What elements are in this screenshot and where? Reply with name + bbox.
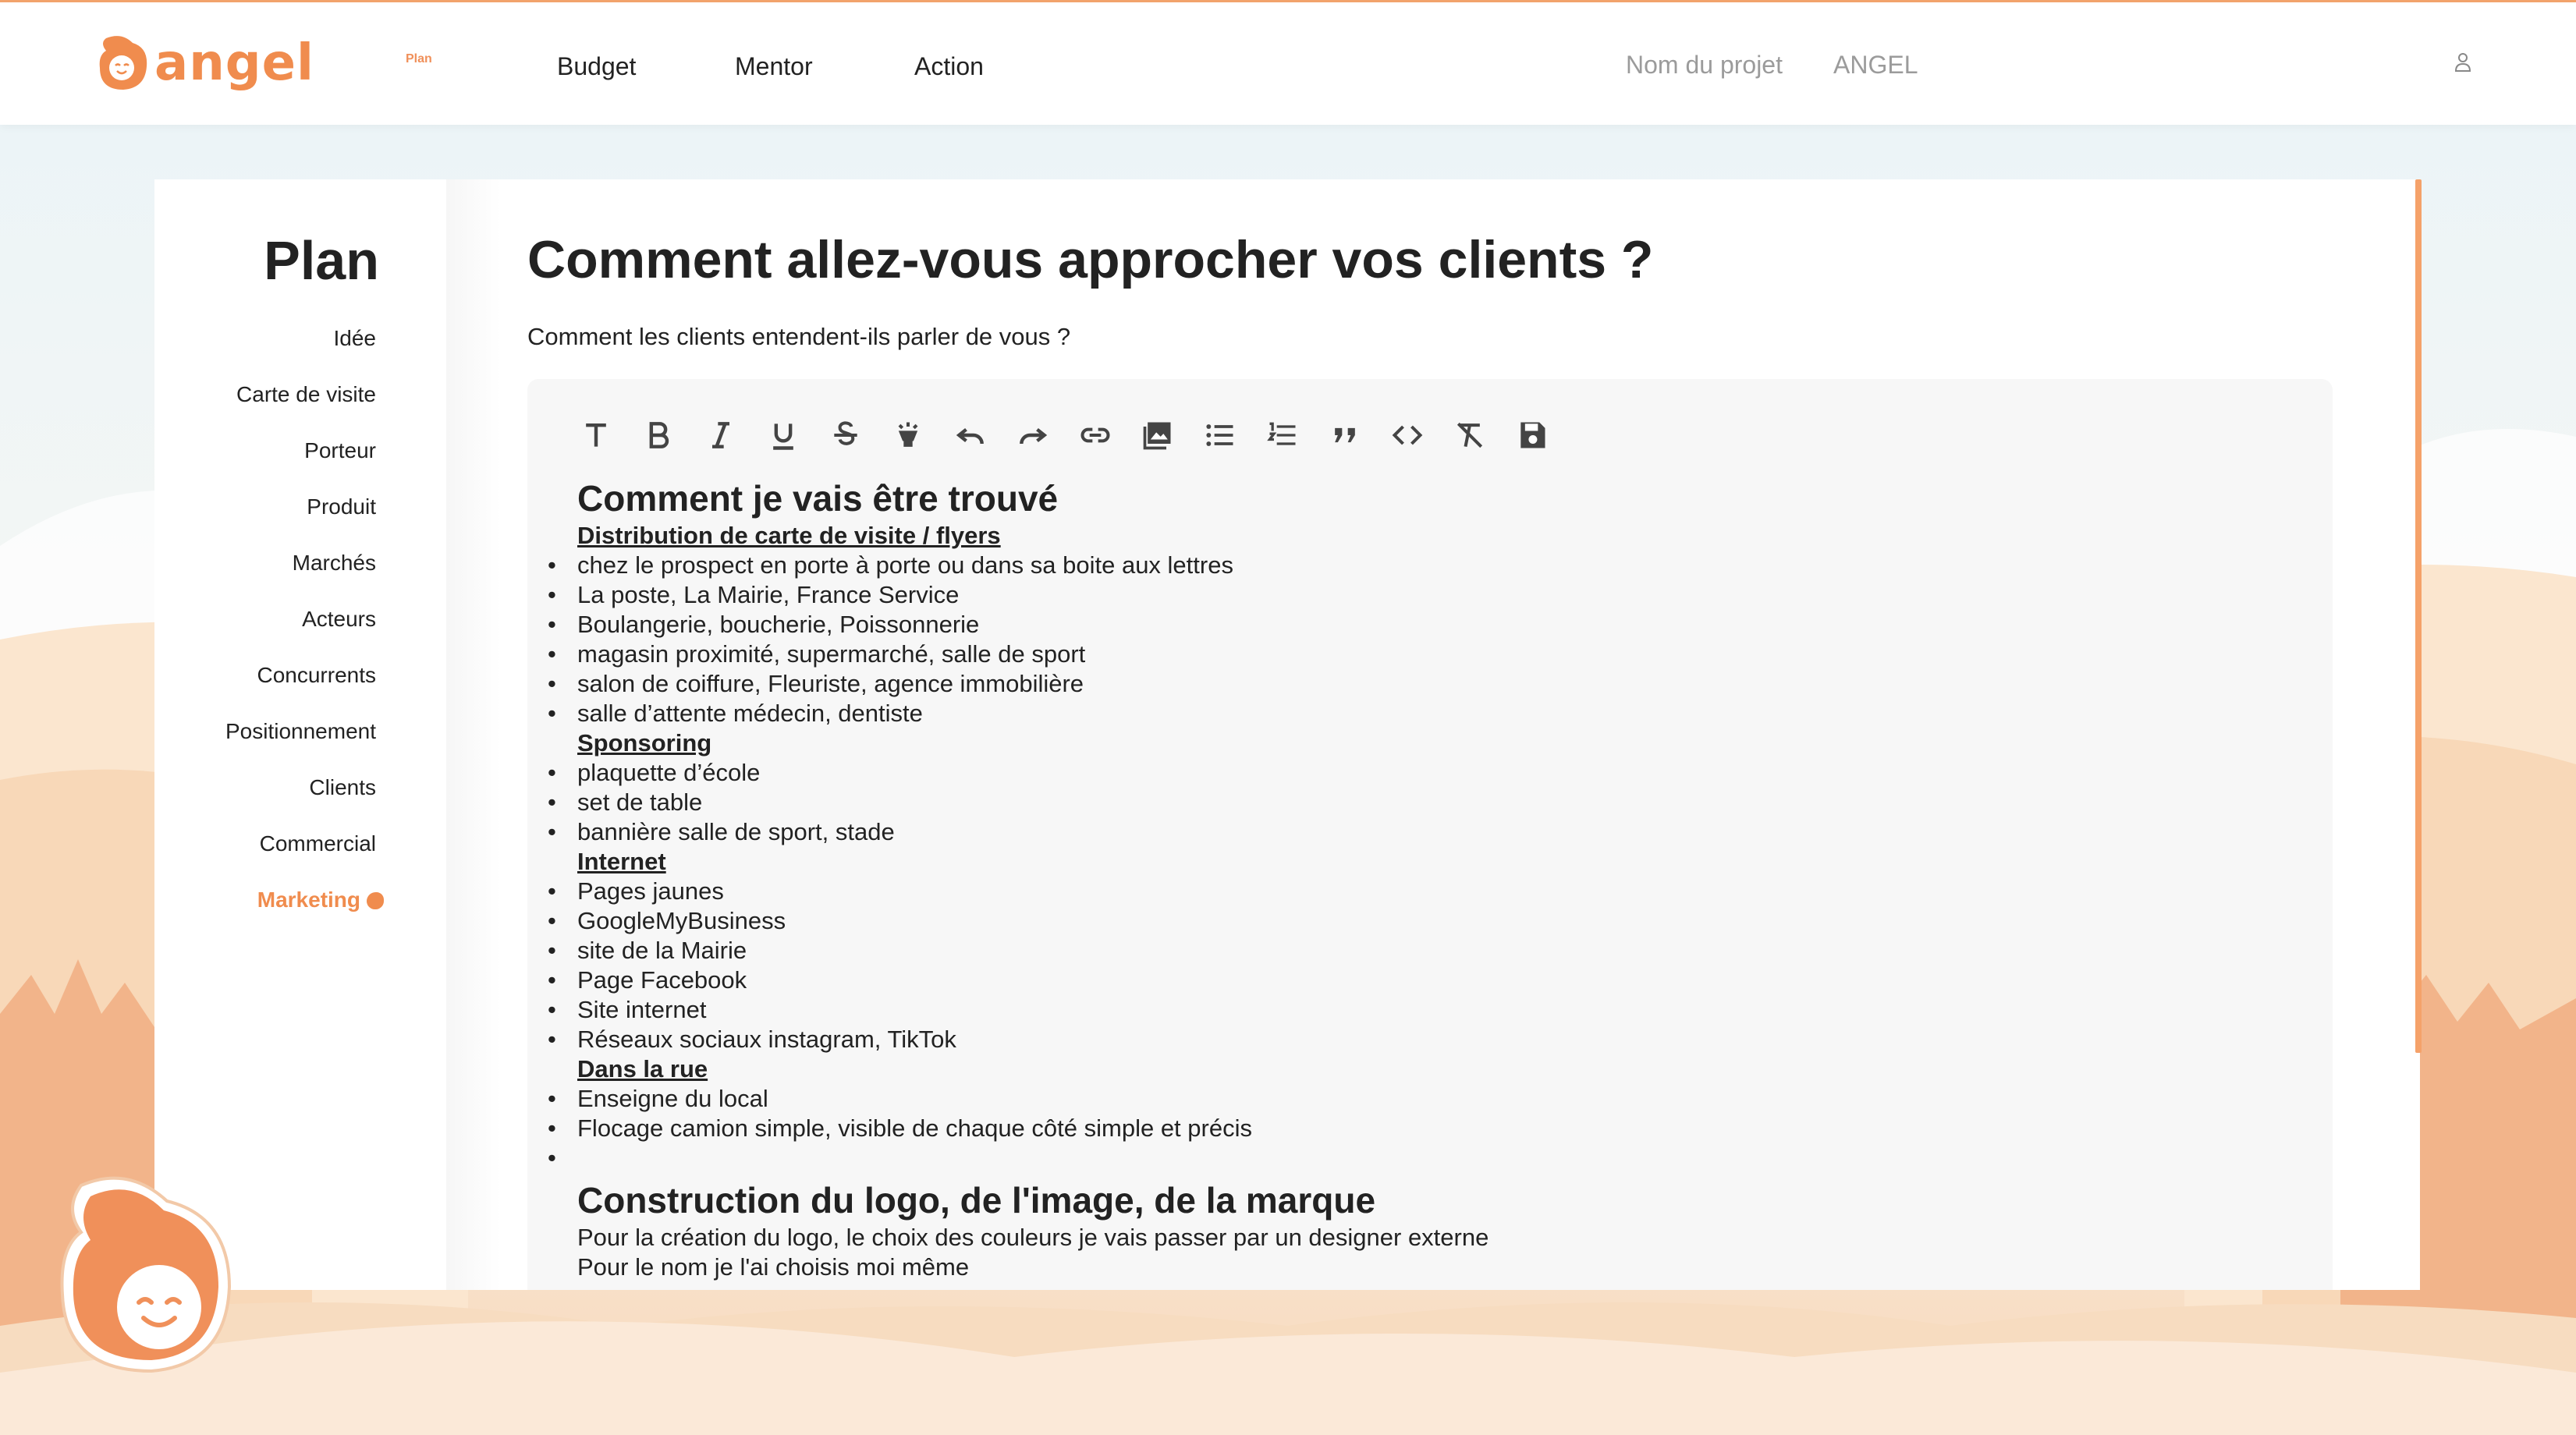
main-content: Comment allez-vous approcher vos clients…: [446, 179, 2420, 1290]
angel-mascot-icon[interactable]: [50, 1170, 253, 1388]
brand-name: angel: [154, 34, 314, 92]
content-subheading: Distribution de carte de visite / flyers: [577, 522, 1001, 549]
page-scrollbar[interactable]: [2415, 179, 2422, 1290]
list-item: GoogleMyBusiness: [548, 906, 2294, 936]
link-icon[interactable]: [1064, 413, 1127, 457]
quote-icon[interactable]: [1314, 413, 1376, 457]
strikethrough-icon[interactable]: [814, 413, 877, 457]
bullet-list: Enseigne du local Flocage camion simple,…: [548, 1084, 2294, 1173]
nav-plan[interactable]: Plan: [406, 52, 432, 66]
content-heading: Comment je vais être trouvé: [577, 478, 1059, 519]
angel-logo[interactable]: angel: [95, 27, 314, 99]
underline-icon[interactable]: [752, 413, 814, 457]
sidebar-title: Plan: [264, 230, 379, 291]
editor-toolbar: [565, 413, 1563, 457]
sidebar-item-marketing[interactable]: Marketing: [257, 888, 384, 912]
sidebar-item-carte-de-visite[interactable]: Carte de visite: [236, 382, 376, 407]
highlight-icon[interactable]: [877, 413, 939, 457]
image-icon[interactable]: [1127, 413, 1189, 457]
list-item: salon de coiffure, Fleuriste, agence imm…: [548, 669, 2294, 699]
undo-icon[interactable]: [939, 413, 1002, 457]
page-subtitle: Comment les clients entendent-ils parler…: [527, 323, 1071, 350]
numbered-list-icon[interactable]: [1251, 413, 1314, 457]
list-item: chez le prospect en porte à porte ou dan…: [548, 551, 2294, 580]
bold-icon[interactable]: [627, 413, 690, 457]
active-marker-icon: [367, 892, 384, 909]
content-paragraph: Pour la création du logo, le choix des c…: [577, 1224, 1489, 1251]
project-name[interactable]: ANGEL: [1833, 51, 1918, 80]
list-item: set de table: [548, 788, 2294, 817]
sidebar-item-positionnement[interactable]: Positionnement: [225, 719, 376, 744]
nav-action[interactable]: Action: [914, 52, 984, 81]
bullet-list: plaquette d’école set de table bannière …: [548, 758, 2294, 847]
top-header: angel Plan Budget Mentor Action Nom du p…: [0, 0, 2576, 125]
redo-icon[interactable]: [1002, 413, 1064, 457]
list-item: Pages jaunes: [548, 877, 2294, 906]
bullet-list-icon[interactable]: [1189, 413, 1251, 457]
list-item: salle d’attente médecin, dentiste: [548, 699, 2294, 728]
sidebar-item-label: Marketing: [257, 888, 360, 912]
list-item: magasin proximité, supermarché, salle de…: [548, 640, 2294, 669]
content-subheading: Sponsoring: [577, 729, 712, 756]
plan-card: Plan Idée Carte de visite Porteur Produi…: [154, 179, 2420, 1290]
list-item: bannière salle de sport, stade: [548, 817, 2294, 847]
clear-format-icon[interactable]: [1439, 413, 1501, 457]
editor-content[interactable]: Comment je vais être trouvé Distribution…: [548, 476, 2294, 1282]
sidebar-item-concurrents[interactable]: Concurrents: [257, 663, 376, 688]
list-item: plaquette d’école: [548, 758, 2294, 788]
list-item: Boulangerie, boucherie, Poissonnerie: [548, 610, 2294, 640]
sidebar-item-clients[interactable]: Clients: [309, 775, 376, 800]
list-item: Flocage camion simple, visible de chaque…: [548, 1114, 2294, 1143]
sidebar-item-commercial[interactable]: Commercial: [260, 831, 376, 856]
list-item: La poste, La Mairie, France Service: [548, 580, 2294, 610]
nav-budget[interactable]: Budget: [557, 52, 636, 81]
rich-text-editor[interactable]: Comment je vais être trouvé Distribution…: [527, 379, 2333, 1290]
page-title: Comment allez-vous approcher vos clients…: [527, 230, 1654, 289]
list-item: site de la Mairie: [548, 936, 2294, 966]
sidebar-item-marches[interactable]: Marchés: [293, 551, 376, 576]
heading-icon[interactable]: [565, 413, 627, 457]
sidebar-item-produit[interactable]: Produit: [307, 494, 376, 519]
code-icon[interactable]: [1376, 413, 1439, 457]
empty-list-item: [548, 1143, 2294, 1173]
content-heading: Construction du logo, de l'image, de la …: [577, 1180, 1376, 1221]
user-icon[interactable]: [2454, 52, 2471, 73]
list-item: Page Facebook: [548, 966, 2294, 995]
bullet-list: chez le prospect en porte à porte ou dan…: [548, 551, 2294, 728]
bullet-list: Pages jaunes GoogleMyBusiness site de la…: [548, 877, 2294, 1054]
save-icon[interactable]: [1501, 413, 1563, 457]
sidebar-item-acteurs[interactable]: Acteurs: [302, 607, 376, 632]
list-item: Réseaux sociaux instagram, TikTok: [548, 1025, 2294, 1054]
content-subheading: Internet: [577, 848, 666, 875]
project-label: Nom du projet: [1626, 51, 1783, 79]
scrollbar-thumb[interactable]: [2415, 179, 2422, 1053]
nav-mentor[interactable]: Mentor: [735, 52, 813, 81]
plan-sidebar: Plan Idée Carte de visite Porteur Produi…: [154, 179, 446, 1290]
angel-logo-icon: [99, 36, 147, 90]
sidebar-item-idee[interactable]: Idée: [334, 326, 377, 351]
content-subheading: Dans la rue: [577, 1055, 708, 1082]
list-item: Site internet: [548, 995, 2294, 1025]
list-item: Enseigne du local: [548, 1084, 2294, 1114]
sidebar-item-porteur[interactable]: Porteur: [304, 438, 376, 463]
italic-icon[interactable]: [690, 413, 752, 457]
content-paragraph: Pour le nom je l'ai choisis moi même: [577, 1253, 970, 1281]
